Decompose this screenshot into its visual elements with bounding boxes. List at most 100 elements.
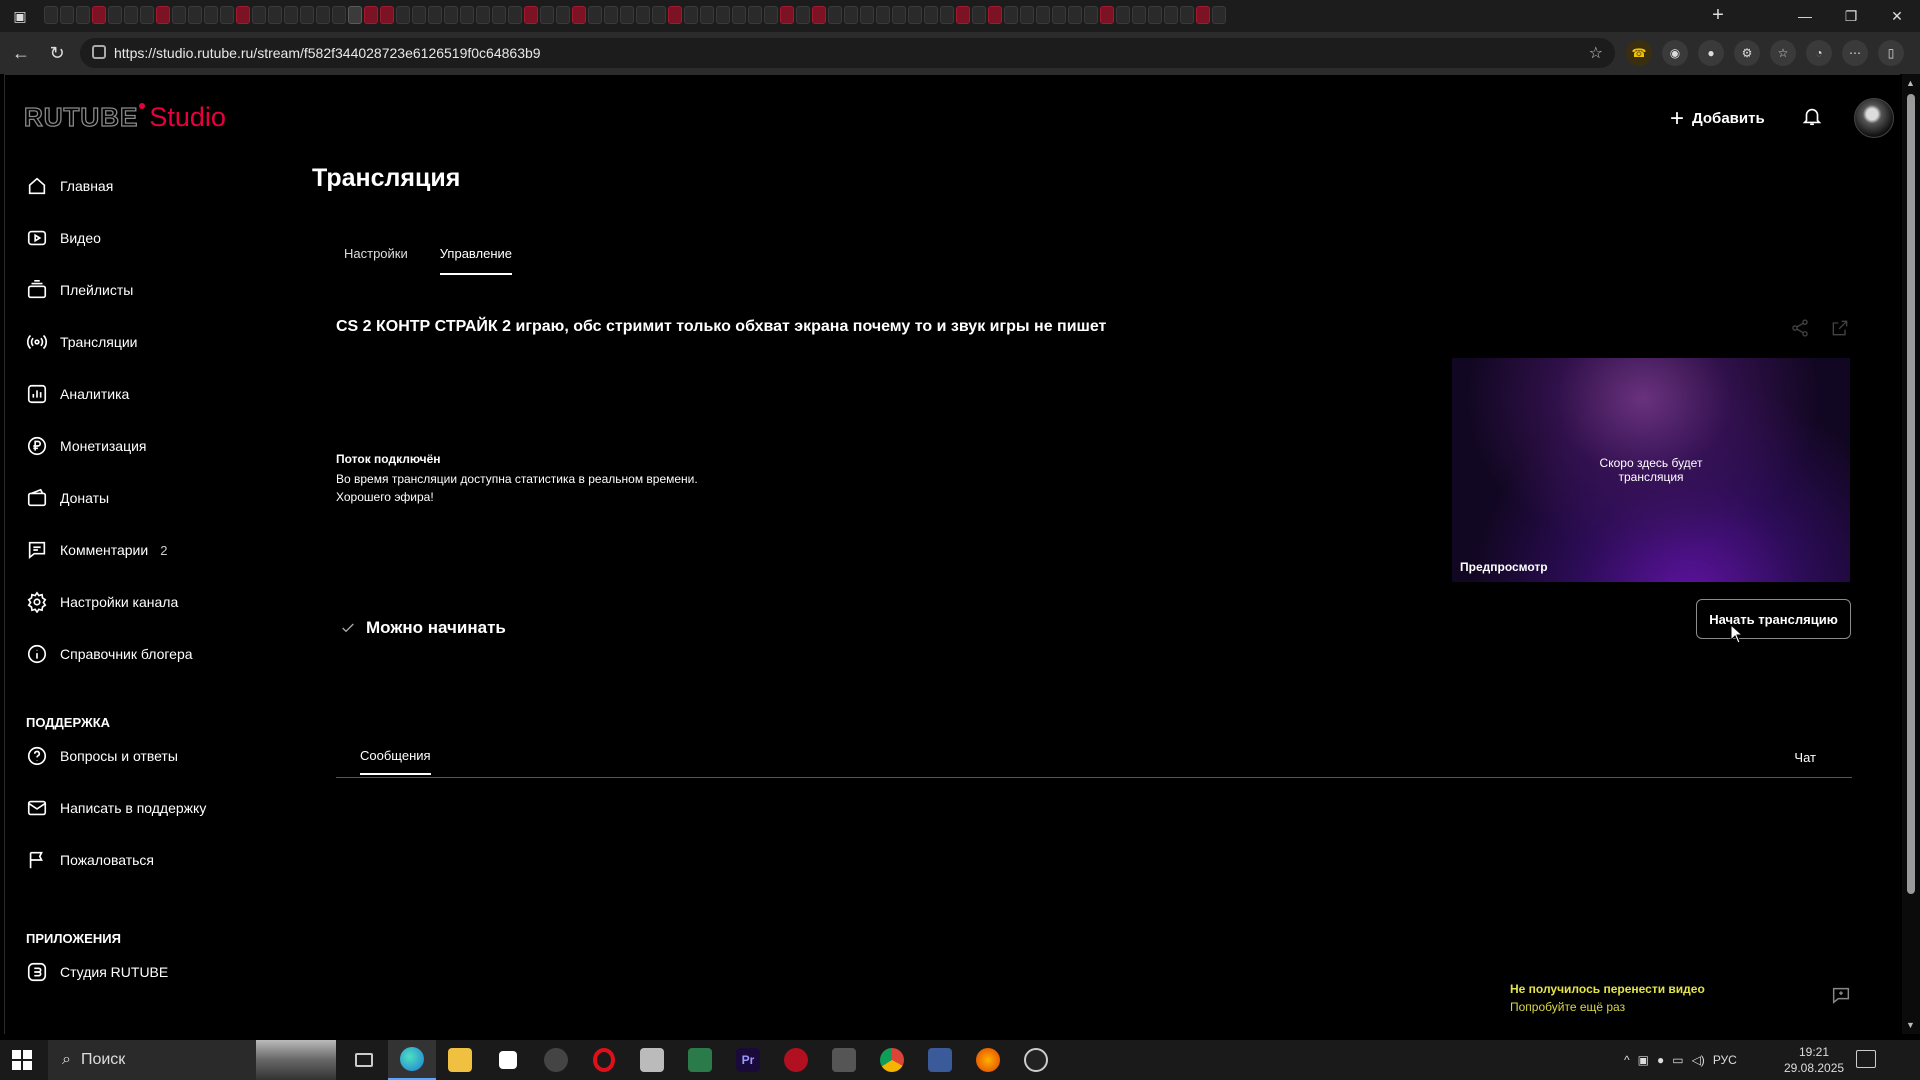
site-info-icon[interactable] bbox=[92, 45, 106, 59]
browser-tab[interactable] bbox=[300, 6, 314, 24]
network-icon[interactable]: ▭ bbox=[1672, 1053, 1683, 1067]
settings-app-icon[interactable] bbox=[532, 1040, 580, 1080]
chrome-browser-icon[interactable] bbox=[868, 1040, 916, 1080]
sidebar-item-main-8[interactable]: Настройки канала bbox=[26, 576, 266, 628]
back-button[interactable]: ← bbox=[8, 40, 34, 66]
browser-tab[interactable] bbox=[844, 6, 858, 24]
browser-tab[interactable] bbox=[556, 6, 570, 24]
firefox-icon[interactable] bbox=[964, 1040, 1012, 1080]
scrollbar-thumb[interactable] bbox=[1907, 94, 1915, 894]
browser-tab[interactable] bbox=[364, 6, 378, 24]
search-highlight-image[interactable] bbox=[256, 1040, 336, 1080]
sidebar-item-main-3[interactable]: Трансляции bbox=[26, 316, 266, 368]
minimize-button[interactable]: — bbox=[1782, 0, 1828, 32]
sidebar-item-main-7[interactable]: Комментарии 2 bbox=[26, 524, 266, 576]
scroll-down-icon[interactable]: ▼ bbox=[1906, 1020, 1915, 1030]
tab-management[interactable]: Управление bbox=[439, 246, 513, 275]
notifications-bell-icon[interactable] bbox=[1801, 104, 1823, 133]
browser-tab[interactable] bbox=[956, 6, 970, 24]
reload-button[interactable]: ↻ bbox=[44, 40, 70, 66]
browser-tab[interactable] bbox=[220, 6, 234, 24]
browser-tab[interactable] bbox=[476, 6, 490, 24]
browser-tab[interactable] bbox=[1148, 6, 1162, 24]
browser-tab[interactable] bbox=[60, 6, 74, 24]
browser-tab[interactable] bbox=[1020, 6, 1034, 24]
url-field[interactable]: https://studio.rutube.ru/stream/f582f344… bbox=[80, 38, 1615, 68]
open-external-icon[interactable] bbox=[1830, 318, 1850, 338]
browser-tab[interactable] bbox=[684, 6, 698, 24]
obs-studio-icon[interactable] bbox=[1012, 1040, 1060, 1080]
browser-tab[interactable] bbox=[332, 6, 346, 24]
scrollbar[interactable]: ▲ ▼ bbox=[1902, 74, 1920, 1034]
premiere-pro-icon[interactable]: Pr bbox=[724, 1040, 772, 1080]
browser-tab[interactable] bbox=[460, 6, 474, 24]
browser-tab[interactable] bbox=[252, 6, 266, 24]
browser-tab[interactable] bbox=[1004, 6, 1018, 24]
windows-start-icon[interactable] bbox=[12, 1050, 32, 1070]
browser-tab[interactable] bbox=[524, 6, 538, 24]
notification-center-icon[interactable] bbox=[1856, 1050, 1876, 1068]
browser-tab[interactable] bbox=[540, 6, 554, 24]
browser-tab[interactable] bbox=[140, 6, 154, 24]
sidebar-item-main-1[interactable]: Видео bbox=[26, 212, 266, 264]
add-button[interactable]: + Добавить bbox=[1670, 105, 1765, 133]
new-tab-button[interactable]: + bbox=[1706, 4, 1730, 27]
sidebar-item-main-6[interactable]: Донаты bbox=[26, 472, 266, 524]
browser-tab[interactable] bbox=[1100, 6, 1114, 24]
browser-tab[interactable] bbox=[1052, 6, 1066, 24]
opera-browser-icon[interactable] bbox=[580, 1040, 628, 1080]
browser-tab[interactable] bbox=[188, 6, 202, 24]
browser-tab[interactable] bbox=[156, 6, 170, 24]
browser-tab[interactable] bbox=[924, 6, 938, 24]
browser-tab[interactable] bbox=[92, 6, 106, 24]
app-icon[interactable] bbox=[916, 1040, 964, 1080]
browser-tab[interactable] bbox=[748, 6, 762, 24]
browser-tab[interactable] bbox=[428, 6, 442, 24]
language-indicator[interactable]: РУС bbox=[1713, 1053, 1737, 1067]
browser-tab[interactable] bbox=[796, 6, 810, 24]
sidebar-toggle-icon[interactable]: ▯ bbox=[1878, 40, 1904, 66]
retry-link[interactable]: Попробуйте ещё раз bbox=[1510, 998, 1705, 1016]
store-icon[interactable] bbox=[484, 1040, 532, 1080]
browser-tab[interactable] bbox=[652, 6, 666, 24]
share-icon[interactable] bbox=[1790, 318, 1810, 338]
browser-tab[interactable] bbox=[348, 6, 362, 24]
browser-tab[interactable] bbox=[1116, 6, 1130, 24]
browser-tab[interactable] bbox=[988, 6, 1002, 24]
tab-actions-button[interactable]: ▣ bbox=[0, 0, 40, 32]
browser-tab[interactable] bbox=[444, 6, 458, 24]
sidebar-item-main-4[interactable]: Аналитика bbox=[26, 368, 266, 420]
app-icon[interactable] bbox=[628, 1040, 676, 1080]
browser-tab[interactable] bbox=[700, 6, 714, 24]
browser-tab[interactable] bbox=[828, 6, 842, 24]
app-icon[interactable] bbox=[820, 1040, 868, 1080]
sidebar-item-apps-0[interactable]: Студия RUTUBE bbox=[26, 946, 266, 998]
sidebar-item-main-2[interactable]: Плейлисты bbox=[26, 264, 266, 316]
feedback-icon[interactable] bbox=[1830, 984, 1852, 1011]
microphone-icon[interactable]: ● bbox=[1657, 1053, 1664, 1067]
taskbar-clock[interactable]: 19:21 29.08.2025 bbox=[1784, 1044, 1844, 1076]
browser-tab[interactable] bbox=[972, 6, 986, 24]
volume-icon[interactable]: ◁) bbox=[1692, 1053, 1705, 1067]
extension-icon[interactable]: ☎ bbox=[1626, 40, 1652, 66]
extension-icon[interactable]: ◉ bbox=[1662, 40, 1688, 66]
extensions-puzzle-icon[interactable]: ⚙ bbox=[1734, 40, 1760, 66]
browser-tab[interactable] bbox=[1212, 6, 1226, 24]
browser-tab[interactable] bbox=[620, 6, 634, 24]
browser-tab[interactable] bbox=[764, 6, 778, 24]
browser-tab[interactable] bbox=[172, 6, 186, 24]
browser-tab[interactable] bbox=[1036, 6, 1050, 24]
edge-browser-icon[interactable] bbox=[388, 1040, 436, 1080]
scroll-up-icon[interactable]: ▲ bbox=[1906, 78, 1915, 88]
browser-tab[interactable] bbox=[732, 6, 746, 24]
taskbar-search[interactable]: ⌕ Поиск bbox=[48, 1040, 256, 1080]
browser-tab[interactable] bbox=[892, 6, 906, 24]
browser-tab[interactable] bbox=[716, 6, 730, 24]
tray-expand-icon[interactable]: ^ bbox=[1624, 1053, 1630, 1067]
browser-tab[interactable] bbox=[940, 6, 954, 24]
browser-tab[interactable] bbox=[876, 6, 890, 24]
browser-tab[interactable] bbox=[1180, 6, 1194, 24]
sidebar-item-support-1[interactable]: Написать в поддержку bbox=[26, 782, 266, 834]
profile-icon[interactable]: ◔ bbox=[1806, 40, 1832, 66]
browser-tab[interactable] bbox=[236, 6, 250, 24]
